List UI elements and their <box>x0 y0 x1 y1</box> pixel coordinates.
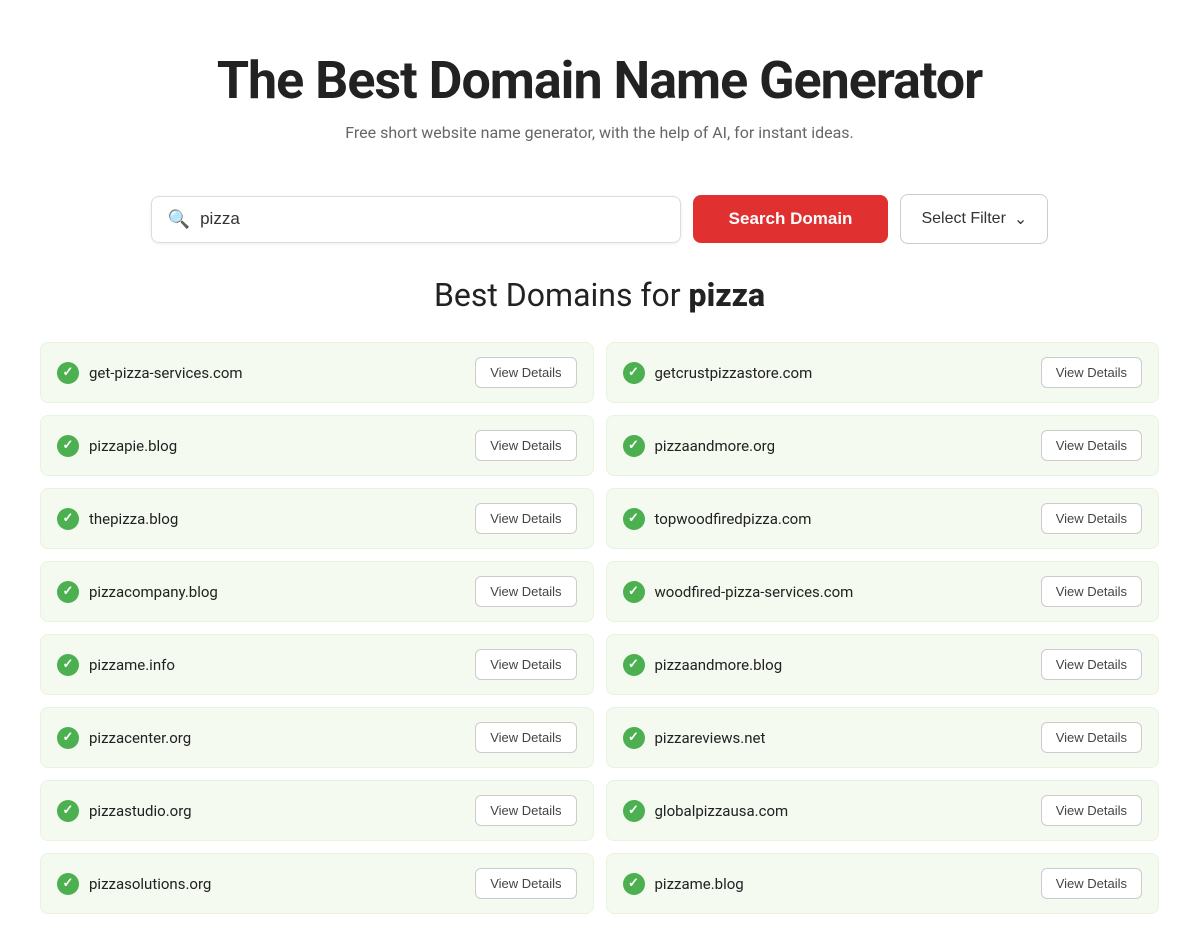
available-icon <box>623 873 645 895</box>
page-subtitle: Free short website name generator, with … <box>40 123 1159 142</box>
view-details-button[interactable]: View Details <box>475 795 576 826</box>
domain-item-left: pizzasolutions.org View Details <box>40 853 594 914</box>
available-icon <box>57 581 79 603</box>
view-details-button[interactable]: View Details <box>475 503 576 534</box>
domain-left: pizzame.info <box>57 654 175 676</box>
domain-left: topwoodfiredpizza.com <box>623 508 812 530</box>
results-grid: get-pizza-services.com View Details getc… <box>40 342 1159 914</box>
results-title: Best Domains for pizza <box>40 276 1159 314</box>
domain-left: pizzaandmore.blog <box>623 654 783 676</box>
view-details-button[interactable]: View Details <box>1041 576 1142 607</box>
available-icon <box>57 508 79 530</box>
view-details-button[interactable]: View Details <box>475 576 576 607</box>
results-keyword: pizza <box>689 276 766 314</box>
available-icon <box>623 727 645 749</box>
view-details-button[interactable]: View Details <box>1041 503 1142 534</box>
domain-item-left: pizzastudio.org View Details <box>40 780 594 841</box>
available-icon <box>623 508 645 530</box>
domain-item-right: pizzaandmore.blog View Details <box>606 634 1160 695</box>
domain-item-left: pizzame.info View Details <box>40 634 594 695</box>
domain-name: pizzacenter.org <box>89 729 191 747</box>
domain-item-right: getcrustpizzastore.com View Details <box>606 342 1160 403</box>
view-details-button[interactable]: View Details <box>475 722 576 753</box>
view-details-button[interactable]: View Details <box>475 357 576 388</box>
domain-item-right: pizzareviews.net View Details <box>606 707 1160 768</box>
search-input[interactable] <box>200 209 664 229</box>
domain-item-left: get-pizza-services.com View Details <box>40 342 594 403</box>
domain-name: pizzastudio.org <box>89 802 192 820</box>
domain-left: thepizza.blog <box>57 508 178 530</box>
domain-item-left: pizzacompany.blog View Details <box>40 561 594 622</box>
search-section: 🔍 Search Domain Select Filter ⌄ <box>150 194 1050 244</box>
domain-left: pizzacompany.blog <box>57 581 218 603</box>
header: The Best Domain Name Generator Free shor… <box>40 20 1159 162</box>
view-details-button[interactable]: View Details <box>1041 795 1142 826</box>
view-details-button[interactable]: View Details <box>1041 649 1142 680</box>
domain-left: woodfired-pizza-services.com <box>623 581 854 603</box>
available-icon <box>57 800 79 822</box>
domain-name: pizzame.info <box>89 656 175 674</box>
view-details-button[interactable]: View Details <box>1041 722 1142 753</box>
available-icon <box>623 654 645 676</box>
domain-name: getcrustpizzastore.com <box>655 364 813 382</box>
domain-item-right: pizzame.blog View Details <box>606 853 1160 914</box>
domain-name: pizzame.blog <box>655 875 744 893</box>
domain-left: get-pizza-services.com <box>57 362 243 384</box>
domain-left: pizzastudio.org <box>57 800 192 822</box>
search-domain-button[interactable]: Search Domain <box>693 195 889 243</box>
domain-name: pizzacompany.blog <box>89 583 218 601</box>
search-box: 🔍 <box>151 196 681 243</box>
available-icon <box>57 362 79 384</box>
domain-name: get-pizza-services.com <box>89 364 243 382</box>
available-icon <box>57 435 79 457</box>
select-filter-button[interactable]: Select Filter ⌄ <box>900 194 1048 244</box>
filter-label: Select Filter <box>921 210 1005 228</box>
domain-left: pizzasolutions.org <box>57 873 211 895</box>
domain-name: pizzareviews.net <box>655 729 766 747</box>
domain-left: pizzapie.blog <box>57 435 177 457</box>
results-title-prefix: Best Domains for <box>434 276 689 314</box>
view-details-button[interactable]: View Details <box>1041 430 1142 461</box>
domain-item-left: pizzacenter.org View Details <box>40 707 594 768</box>
domain-left: pizzame.blog <box>623 873 744 895</box>
chevron-down-icon: ⌄ <box>1014 209 1027 229</box>
available-icon <box>57 873 79 895</box>
available-icon <box>623 362 645 384</box>
domain-name: pizzaandmore.blog <box>655 656 783 674</box>
domain-name: pizzasolutions.org <box>89 875 211 893</box>
domain-name: globalpizzausa.com <box>655 802 789 820</box>
domain-item-right: topwoodfiredpizza.com View Details <box>606 488 1160 549</box>
domain-name: pizzapie.blog <box>89 437 177 455</box>
domain-name: pizzaandmore.org <box>655 437 776 455</box>
view-details-button[interactable]: View Details <box>475 430 576 461</box>
domain-item-right: woodfired-pizza-services.com View Detail… <box>606 561 1160 622</box>
view-details-button[interactable]: View Details <box>1041 868 1142 899</box>
domain-name: thepizza.blog <box>89 510 178 528</box>
available-icon <box>623 800 645 822</box>
domain-item-right: pizzaandmore.org View Details <box>606 415 1160 476</box>
domain-name: topwoodfiredpizza.com <box>655 510 812 528</box>
domain-item-right: globalpizzausa.com View Details <box>606 780 1160 841</box>
search-icon: 🔍 <box>168 209 190 230</box>
view-details-button[interactable]: View Details <box>1041 357 1142 388</box>
available-icon <box>623 581 645 603</box>
page-title: The Best Domain Name Generator <box>40 50 1159 111</box>
available-icon <box>57 727 79 749</box>
view-details-button[interactable]: View Details <box>475 868 576 899</box>
available-icon <box>57 654 79 676</box>
domain-item-left: thepizza.blog View Details <box>40 488 594 549</box>
domain-left: pizzareviews.net <box>623 727 766 749</box>
domain-item-left: pizzapie.blog View Details <box>40 415 594 476</box>
domain-left: globalpizzausa.com <box>623 800 789 822</box>
domain-name: woodfired-pizza-services.com <box>655 583 854 601</box>
domain-left: getcrustpizzastore.com <box>623 362 813 384</box>
available-icon <box>623 435 645 457</box>
view-details-button[interactable]: View Details <box>475 649 576 680</box>
domain-left: pizzacenter.org <box>57 727 191 749</box>
domain-left: pizzaandmore.org <box>623 435 776 457</box>
results-section: Best Domains for pizza get-pizza-service… <box>40 276 1159 914</box>
